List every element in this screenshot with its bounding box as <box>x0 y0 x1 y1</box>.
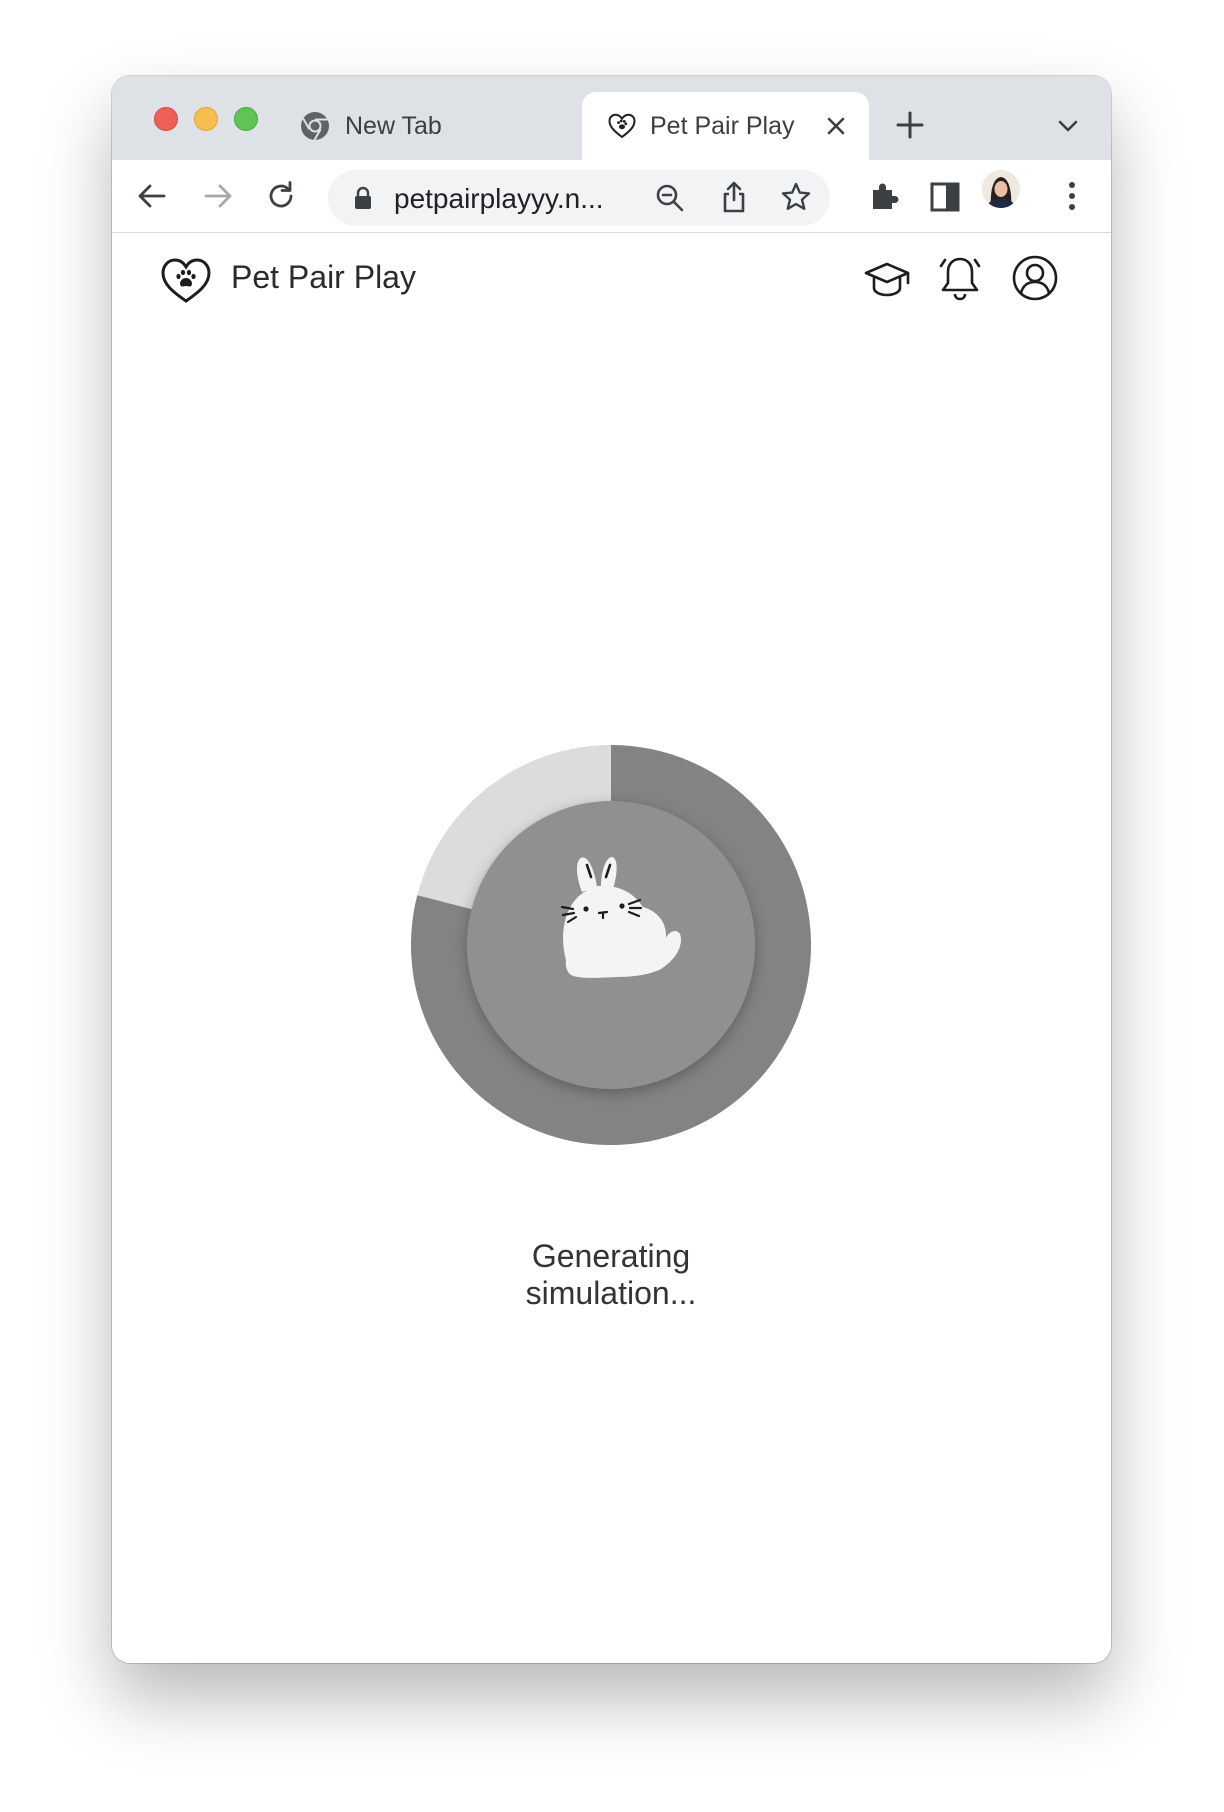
graduation-cap-icon[interactable] <box>863 259 911 299</box>
reload-icon[interactable] <box>264 179 298 213</box>
tab-title: New Tab <box>345 112 442 140</box>
heart-paw-icon <box>608 113 636 139</box>
zoom-out-icon[interactable] <box>654 182 686 214</box>
tab-pet-pair-play[interactable]: Pet Pair Play <box>582 92 869 160</box>
profile-avatar[interactable] <box>982 170 1020 208</box>
more-menu-icon[interactable] <box>1055 179 1089 213</box>
side-panel-icon[interactable] <box>928 180 962 214</box>
bookmark-star-icon[interactable] <box>780 181 812 213</box>
tab-strip: New Tab Pet Pair Play <box>112 76 1111 160</box>
address-bar[interactable]: petpairplayyy.n... <box>328 170 830 226</box>
browser-window: New Tab Pet Pair Play petpairplayyy.n...… <box>112 76 1111 1663</box>
heart-paw-logo-icon[interactable] <box>159 255 213 305</box>
brand-name[interactable]: Pet Pair Play <box>231 259 416 296</box>
maximize-window-button[interactable] <box>234 107 258 131</box>
extensions-puzzle-icon[interactable] <box>868 179 902 213</box>
share-icon[interactable] <box>718 180 750 214</box>
loading-progress-ring <box>410 745 811 1145</box>
progress-ring-graphic <box>410 745 811 1145</box>
profile-photo <box>982 170 1020 208</box>
page-content: Pet Pair Play Generating simulation... <box>112 233 1111 1663</box>
account-user-icon[interactable] <box>1011 254 1059 302</box>
chevron-down-icon[interactable] <box>1056 114 1080 138</box>
minimize-window-button[interactable] <box>194 107 218 131</box>
forward-arrow-icon[interactable] <box>201 179 235 213</box>
lock-icon[interactable] <box>352 185 374 211</box>
tab-title: Pet Pair Play <box>650 112 795 140</box>
loading-status-text: Generating simulation... <box>461 1238 761 1312</box>
status-line-2: simulation... <box>525 1275 697 1311</box>
browser-toolbar: petpairplayyy.n... <box>112 160 1111 233</box>
back-arrow-icon[interactable] <box>135 179 169 213</box>
close-window-button[interactable] <box>154 107 178 131</box>
url-text[interactable]: petpairplayyy.n... <box>394 183 604 215</box>
notification-bell-icon[interactable] <box>938 254 982 302</box>
new-tab-plus-icon[interactable] <box>895 110 925 140</box>
status-line-1: Generating <box>531 1238 691 1274</box>
chrome-logo-icon <box>301 112 329 141</box>
close-tab-icon[interactable] <box>822 112 850 140</box>
